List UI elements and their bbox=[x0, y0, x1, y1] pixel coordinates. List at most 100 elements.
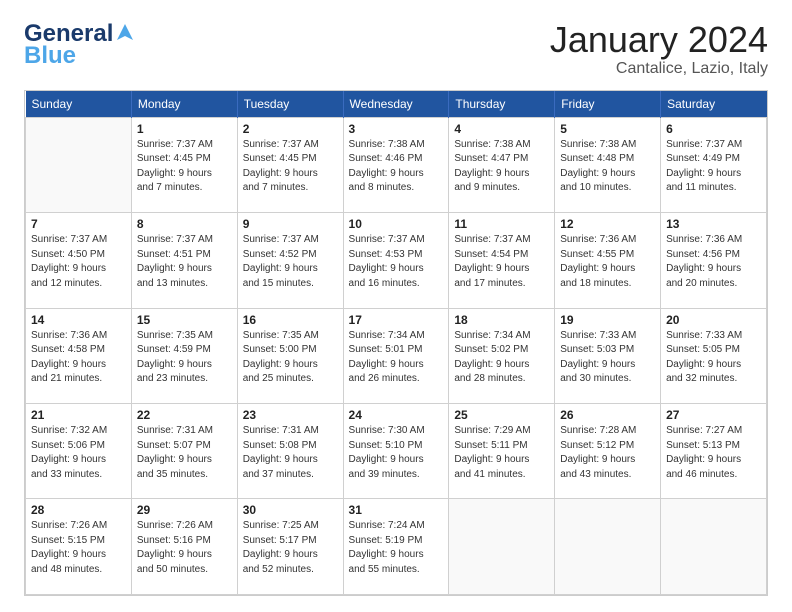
weekday-header: Thursday bbox=[449, 91, 555, 118]
day-info: Sunrise: 7:35 AM Sunset: 4:59 PM Dayligh… bbox=[137, 329, 232, 387]
day-info: Sunrise: 7:25 AM Sunset: 5:17 PM Dayligh… bbox=[243, 519, 338, 577]
calendar-cell: 27 Sunrise: 7:27 AM Sunset: 5:13 PM Dayli… bbox=[661, 404, 767, 499]
page: General Blue January 2024 Cantalice, Laz… bbox=[0, 0, 792, 612]
calendar-week-row: 28 Sunrise: 7:26 AM Sunset: 5:15 PM Dayli… bbox=[26, 499, 767, 595]
day-info: Sunrise: 7:30 AM Sunset: 5:10 PM Dayligh… bbox=[349, 424, 444, 482]
calendar-cell: 28 Sunrise: 7:26 AM Sunset: 5:15 PM Dayli… bbox=[26, 499, 132, 595]
calendar-cell: 25 Sunrise: 7:29 AM Sunset: 5:11 PM Dayli… bbox=[449, 404, 555, 499]
day-info: Sunrise: 7:34 AM Sunset: 5:01 PM Dayligh… bbox=[349, 329, 444, 387]
day-info: Sunrise: 7:37 AM Sunset: 4:52 PM Dayligh… bbox=[243, 233, 338, 291]
day-info: Sunrise: 7:38 AM Sunset: 4:48 PM Dayligh… bbox=[560, 138, 655, 196]
calendar-cell: 31Sunrise: 7:24 AM Sunset: 5:19 PM Dayli… bbox=[343, 499, 449, 595]
day-number: 11 bbox=[454, 217, 549, 231]
day-number: 12 bbox=[560, 217, 655, 231]
weekday-header: Tuesday bbox=[237, 91, 343, 118]
calendar-cell bbox=[449, 499, 555, 595]
day-info: Sunrise: 7:34 AM Sunset: 5:02 PM Dayligh… bbox=[454, 329, 549, 387]
calendar-cell: 1Sunrise: 7:37 AM Sunset: 4:45 PM Daylig… bbox=[131, 117, 237, 212]
calendar-cell: 18 Sunrise: 7:34 AM Sunset: 5:02 PM Dayli… bbox=[449, 308, 555, 403]
weekday-header: Monday bbox=[131, 91, 237, 118]
day-number: 1 bbox=[137, 122, 232, 136]
day-number: 5 bbox=[560, 122, 655, 136]
day-info: Sunrise: 7:37 AM Sunset: 4:54 PM Dayligh… bbox=[454, 233, 549, 291]
day-info: Sunrise: 7:32 AM Sunset: 5:06 PM Dayligh… bbox=[31, 424, 126, 482]
day-number: 21 bbox=[31, 408, 126, 422]
day-info: Sunrise: 7:37 AM Sunset: 4:50 PM Dayligh… bbox=[31, 233, 126, 291]
day-number: 20 bbox=[666, 313, 761, 327]
day-number: 31 bbox=[349, 503, 444, 517]
day-info: Sunrise: 7:26 AM Sunset: 5:16 PM Dayligh… bbox=[137, 519, 232, 577]
day-info: Sunrise: 7:37 AM Sunset: 4:51 PM Dayligh… bbox=[137, 233, 232, 291]
calendar-cell: 13 Sunrise: 7:36 AM Sunset: 4:56 PM Dayli… bbox=[661, 213, 767, 308]
calendar-cell bbox=[661, 499, 767, 595]
calendar-cell: 16 Sunrise: 7:35 AM Sunset: 5:00 PM Dayli… bbox=[237, 308, 343, 403]
day-info: Sunrise: 7:33 AM Sunset: 5:03 PM Dayligh… bbox=[560, 329, 655, 387]
calendar-title: January 2024 bbox=[550, 20, 768, 60]
calendar-cell: 6Sunrise: 7:37 AM Sunset: 4:49 PM Daylig… bbox=[661, 117, 767, 212]
calendar-cell: 29Sunrise: 7:26 AM Sunset: 5:16 PM Dayli… bbox=[131, 499, 237, 595]
calendar-cell: 30Sunrise: 7:25 AM Sunset: 5:17 PM Dayli… bbox=[237, 499, 343, 595]
day-info: Sunrise: 7:36 AM Sunset: 4:58 PM Dayligh… bbox=[31, 329, 126, 387]
day-info: Sunrise: 7:29 AM Sunset: 5:11 PM Dayligh… bbox=[454, 424, 549, 482]
day-number: 7 bbox=[31, 217, 126, 231]
day-number: 4 bbox=[454, 122, 549, 136]
weekday-header: Saturday bbox=[661, 91, 767, 118]
day-info: Sunrise: 7:38 AM Sunset: 4:47 PM Dayligh… bbox=[454, 138, 549, 196]
day-info: Sunrise: 7:38 AM Sunset: 4:46 PM Dayligh… bbox=[349, 138, 444, 196]
calendar-cell: 22Sunrise: 7:31 AM Sunset: 5:07 PM Dayli… bbox=[131, 404, 237, 499]
day-number: 10 bbox=[349, 217, 444, 231]
logo-arrow-icon bbox=[115, 22, 135, 42]
calendar-cell: 4 Sunrise: 7:38 AM Sunset: 4:47 PM Daylig… bbox=[449, 117, 555, 212]
day-number: 3 bbox=[349, 122, 444, 136]
calendar-cell bbox=[26, 117, 132, 212]
day-number: 15 bbox=[137, 313, 232, 327]
day-info: Sunrise: 7:31 AM Sunset: 5:07 PM Dayligh… bbox=[137, 424, 232, 482]
calendar-cell: 5 Sunrise: 7:38 AM Sunset: 4:48 PM Daylig… bbox=[555, 117, 661, 212]
day-number: 28 bbox=[31, 503, 126, 517]
calendar-cell: 23 Sunrise: 7:31 AM Sunset: 5:08 PM Dayli… bbox=[237, 404, 343, 499]
day-number: 16 bbox=[243, 313, 338, 327]
title-block: January 2024 Cantalice, Lazio, Italy bbox=[550, 20, 768, 78]
calendar-cell bbox=[555, 499, 661, 595]
day-info: Sunrise: 7:36 AM Sunset: 4:55 PM Dayligh… bbox=[560, 233, 655, 291]
calendar-header: SundayMondayTuesdayWednesdayThursdayFrid… bbox=[26, 91, 767, 118]
day-number: 24 bbox=[349, 408, 444, 422]
calendar-cell: 19 Sunrise: 7:33 AM Sunset: 5:03 PM Dayli… bbox=[555, 308, 661, 403]
calendar-subtitle: Cantalice, Lazio, Italy bbox=[550, 60, 768, 78]
day-number: 17 bbox=[349, 313, 444, 327]
day-number: 13 bbox=[666, 217, 761, 231]
day-number: 18 bbox=[454, 313, 549, 327]
day-info: Sunrise: 7:26 AM Sunset: 5:15 PM Dayligh… bbox=[31, 519, 126, 577]
header: General Blue January 2024 Cantalice, Laz… bbox=[24, 20, 768, 78]
calendar-week-row: 21 Sunrise: 7:32 AM Sunset: 5:06 PM Dayli… bbox=[26, 404, 767, 499]
logo-blue: Blue bbox=[24, 42, 76, 70]
day-info: Sunrise: 7:37 AM Sunset: 4:45 PM Dayligh… bbox=[243, 138, 338, 196]
day-number: 27 bbox=[666, 408, 761, 422]
day-info: Sunrise: 7:37 AM Sunset: 4:53 PM Dayligh… bbox=[349, 233, 444, 291]
calendar-table: SundayMondayTuesdayWednesdayThursdayFrid… bbox=[25, 91, 767, 595]
calendar-cell: 8Sunrise: 7:37 AM Sunset: 4:51 PM Daylig… bbox=[131, 213, 237, 308]
day-info: Sunrise: 7:28 AM Sunset: 5:12 PM Dayligh… bbox=[560, 424, 655, 482]
day-number: 14 bbox=[31, 313, 126, 327]
calendar-cell: 17 Sunrise: 7:34 AM Sunset: 5:01 PM Dayli… bbox=[343, 308, 449, 403]
calendar-cell: 10 Sunrise: 7:37 AM Sunset: 4:53 PM Dayli… bbox=[343, 213, 449, 308]
calendar-week-row: 1 Sunrise: 7:37 AM Sunset: 4:45 PM Daylig… bbox=[26, 117, 767, 212]
calendar-cell: 12 Sunrise: 7:36 AM Sunset: 4:55 PM Dayli… bbox=[555, 213, 661, 308]
calendar-cell: 26Sunrise: 7:28 AM Sunset: 5:12 PM Dayli… bbox=[555, 404, 661, 499]
day-info: Sunrise: 7:37 AM Sunset: 4:49 PM Dayligh… bbox=[666, 138, 761, 196]
day-number: 19 bbox=[560, 313, 655, 327]
day-number: 25 bbox=[454, 408, 549, 422]
calendar-cell: 20 Sunrise: 7:33 AM Sunset: 5:05 PM Dayli… bbox=[661, 308, 767, 403]
calendar-cell: 9 Sunrise: 7:37 AM Sunset: 4:52 PM Daylig… bbox=[237, 213, 343, 308]
day-number: 23 bbox=[243, 408, 338, 422]
day-info: Sunrise: 7:31 AM Sunset: 5:08 PM Dayligh… bbox=[243, 424, 338, 482]
logo: General Blue bbox=[24, 20, 135, 70]
day-info: Sunrise: 7:27 AM Sunset: 5:13 PM Dayligh… bbox=[666, 424, 761, 482]
day-info: Sunrise: 7:33 AM Sunset: 5:05 PM Dayligh… bbox=[666, 329, 761, 387]
day-info: Sunrise: 7:35 AM Sunset: 5:00 PM Dayligh… bbox=[243, 329, 338, 387]
calendar-cell: 21 Sunrise: 7:32 AM Sunset: 5:06 PM Dayli… bbox=[26, 404, 132, 499]
day-number: 9 bbox=[243, 217, 338, 231]
day-info: Sunrise: 7:36 AM Sunset: 4:56 PM Dayligh… bbox=[666, 233, 761, 291]
calendar: SundayMondayTuesdayWednesdayThursdayFrid… bbox=[24, 90, 768, 596]
calendar-cell: 15 Sunrise: 7:35 AM Sunset: 4:59 PM Dayli… bbox=[131, 308, 237, 403]
